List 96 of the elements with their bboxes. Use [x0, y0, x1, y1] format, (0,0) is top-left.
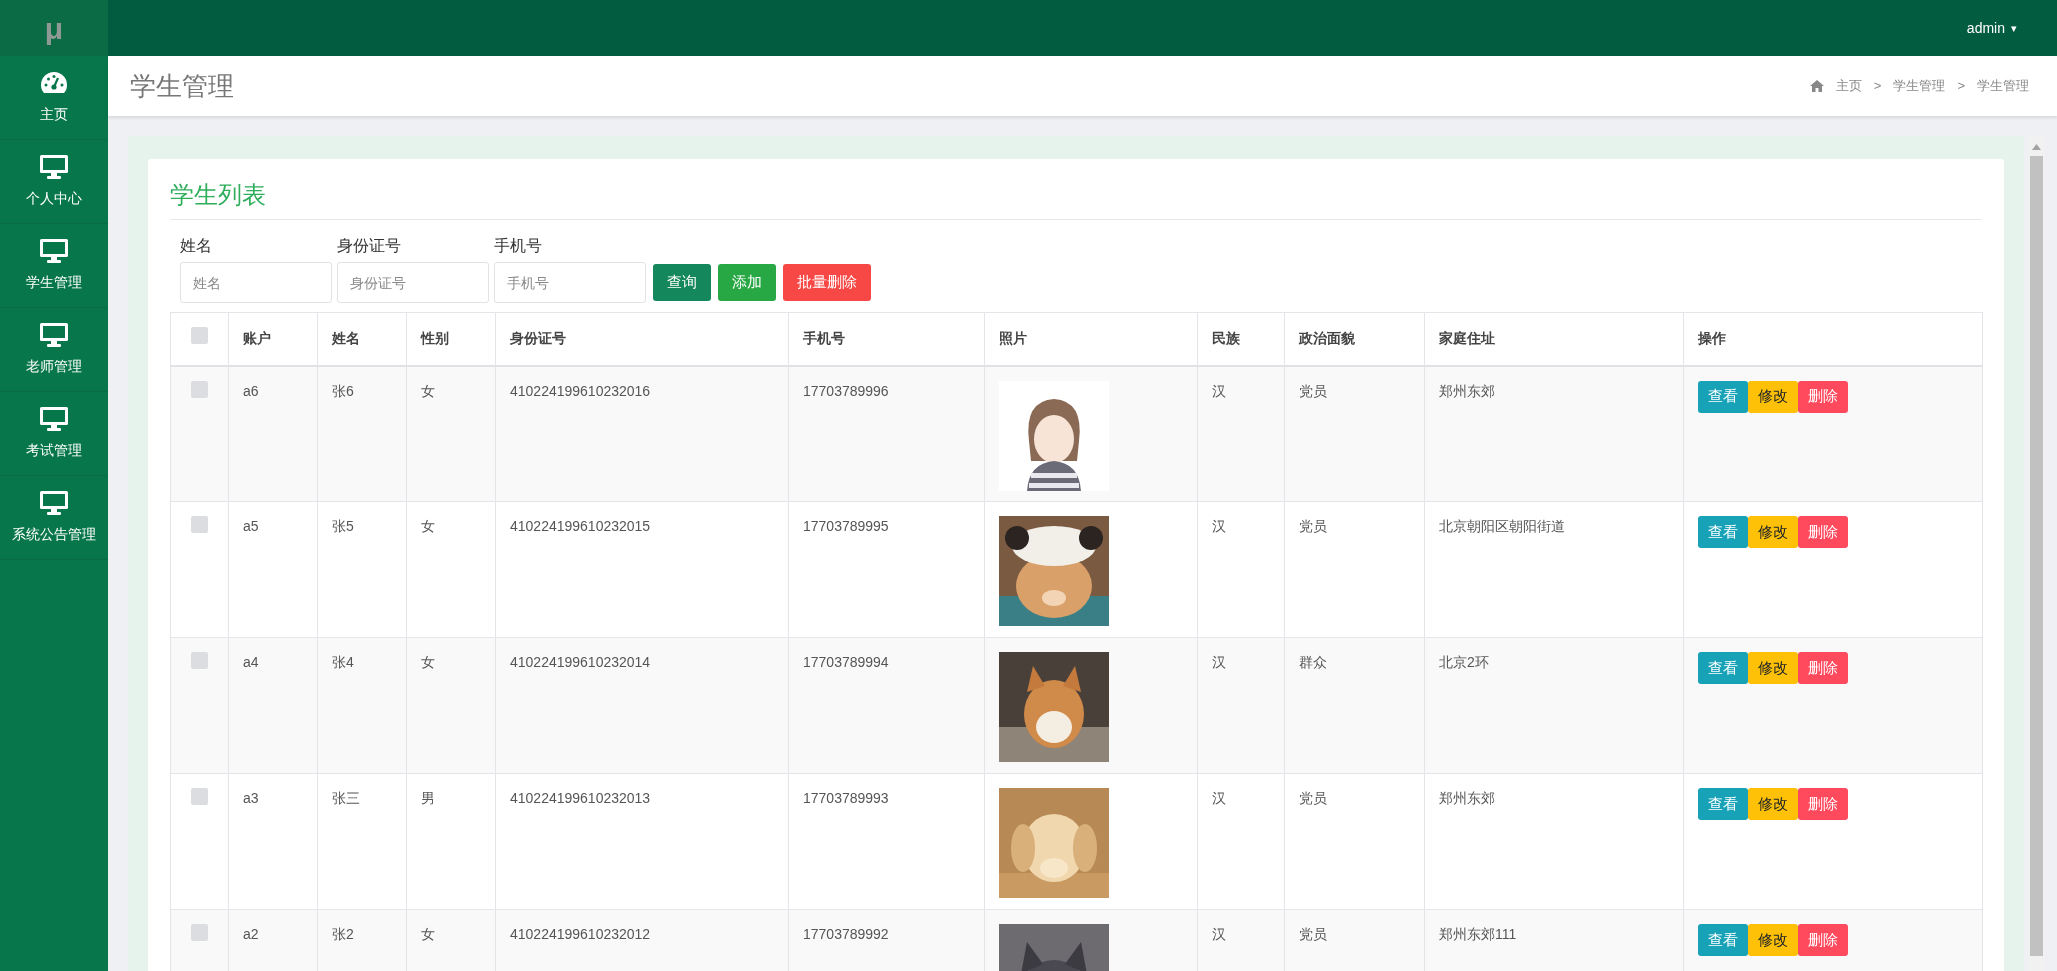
- column-header: 身份证号: [495, 312, 789, 366]
- sidebar-item[interactable]: 主页: [0, 56, 108, 140]
- sidebar-item[interactable]: 个人中心: [0, 140, 108, 224]
- table-cell: 女: [406, 501, 496, 638]
- breadcrumb-separator: >: [1873, 77, 1882, 96]
- edit-button[interactable]: 修改: [1748, 380, 1798, 413]
- table-cell: 17703789994: [788, 637, 985, 774]
- user-menu[interactable]: admin ▾: [1966, 17, 2017, 39]
- monitor-icon: [39, 154, 69, 180]
- breadcrumb-link[interactable]: 主页: [1835, 76, 1862, 96]
- view-button[interactable]: 查看: [1698, 380, 1748, 413]
- table-cell: 汉: [1197, 501, 1285, 638]
- edit-button[interactable]: 修改: [1748, 516, 1798, 548]
- table-cell: 党员: [1284, 501, 1425, 638]
- column-header: 家庭住址: [1424, 312, 1684, 366]
- sidebar-item[interactable]: 老师管理: [0, 308, 108, 392]
- table-cell: 汉: [1197, 637, 1285, 774]
- search-field[interactable]: 身份证号: [337, 262, 489, 303]
- view-button[interactable]: 查看: [1698, 516, 1748, 548]
- scroll-up-icon[interactable]: [2032, 144, 2041, 150]
- search-field[interactable]: 姓名: [180, 262, 332, 303]
- table-cell: 张6: [317, 365, 407, 502]
- checkbox[interactable]: [191, 652, 208, 669]
- breadcrumb-separator: >: [1957, 77, 1965, 96]
- column-header: 操作: [1683, 312, 1983, 366]
- checkbox[interactable]: [191, 327, 208, 345]
- view-button[interactable]: 查看: [1698, 924, 1748, 956]
- checkbox[interactable]: [191, 788, 208, 805]
- delete-button[interactable]: 删除: [1798, 516, 1848, 548]
- table-cell: 张4: [317, 637, 407, 774]
- table-cell: 17703789996: [788, 365, 985, 502]
- table-cell: 郑州东郊: [1424, 365, 1684, 502]
- view-button[interactable]: 查看: [1698, 652, 1748, 684]
- table-cell: 女: [406, 365, 496, 502]
- monitor-icon: [39, 322, 69, 348]
- delete-button[interactable]: 删除: [1798, 924, 1848, 956]
- sidebar-item[interactable]: 学生管理: [0, 224, 108, 308]
- delete-button[interactable]: 删除: [1798, 380, 1848, 413]
- batch-delete-button[interactable]: 批量删除: [783, 264, 871, 301]
- checkbox[interactable]: [191, 380, 208, 398]
- page-title: 学生管理: [130, 69, 234, 103]
- table-cell: 党员: [1284, 365, 1425, 502]
- table-cell: 张三: [317, 773, 407, 910]
- table-cell: 张5: [317, 501, 407, 638]
- sidebar-item[interactable]: 考试管理: [0, 392, 108, 476]
- field-label: 身份证号: [337, 236, 402, 256]
- table-cell: a3: [228, 773, 318, 910]
- query-button[interactable]: 查询: [653, 264, 711, 301]
- table-cell: a5: [228, 501, 318, 638]
- table-cell: 北京2环: [1424, 637, 1684, 774]
- add-button[interactable]: 添加: [718, 264, 776, 301]
- table-cell: 汉: [1197, 773, 1285, 910]
- delete-button[interactable]: 删除: [1798, 652, 1848, 684]
- table-cell: 党员: [1284, 773, 1425, 910]
- column-header: 政治面貌: [1284, 312, 1425, 366]
- view-button[interactable]: 查看: [1698, 788, 1748, 820]
- table-cell: 410224199610232016: [495, 365, 789, 502]
- edit-button[interactable]: 修改: [1748, 652, 1798, 684]
- field-label: 手机号: [494, 236, 543, 256]
- table-cell: 郑州东郊: [1424, 773, 1684, 910]
- column-header: 账户: [228, 312, 318, 366]
- table-cell: 410224199610232015: [495, 501, 789, 638]
- column-header: 手机号: [788, 312, 985, 366]
- dashboard-icon: [39, 70, 69, 96]
- table-cell: a4: [228, 637, 318, 774]
- delete-button[interactable]: 删除: [1798, 788, 1848, 820]
- column-header: 性别: [406, 312, 496, 366]
- table-cell: 汉: [1197, 365, 1285, 502]
- checkbox[interactable]: [191, 924, 208, 941]
- column-header: 姓名: [317, 312, 407, 366]
- field-label: 姓名: [180, 236, 213, 256]
- breadcrumb-link[interactable]: 学生管理: [1977, 76, 2029, 96]
- home-icon: [1809, 80, 1824, 92]
- breadcrumb-link[interactable]: 学生管理: [1893, 76, 1946, 96]
- monitor-icon: [39, 238, 69, 264]
- monitor-icon: [39, 406, 69, 432]
- card-title: 学生列表: [170, 180, 267, 210]
- table-cell: 17703789995: [788, 501, 985, 638]
- sidebar-item[interactable]: 系统公告管理: [0, 476, 108, 560]
- table-cell: 男: [406, 773, 496, 910]
- edit-button[interactable]: 修改: [1748, 788, 1798, 820]
- edit-button[interactable]: 修改: [1748, 924, 1798, 956]
- table-cell: a6: [228, 365, 318, 502]
- logo: μ: [44, 10, 64, 47]
- table-cell: 群众: [1284, 637, 1425, 774]
- column-header: 民族: [1197, 312, 1285, 366]
- table-cell: 北京朝阳区朝阳街道: [1424, 501, 1684, 638]
- table-cell: 女: [406, 637, 496, 774]
- table-cell: 410224199610232014: [495, 637, 789, 774]
- table-cell: 17703789993: [788, 773, 985, 910]
- column-header: 照片: [984, 312, 1198, 366]
- table-cell: 410224199610232013: [495, 773, 789, 910]
- monitor-icon: [39, 490, 69, 516]
- checkbox[interactable]: [191, 516, 208, 533]
- search-field[interactable]: 手机号: [494, 262, 646, 303]
- scrollbar-thumb[interactable]: [2030, 156, 2043, 956]
